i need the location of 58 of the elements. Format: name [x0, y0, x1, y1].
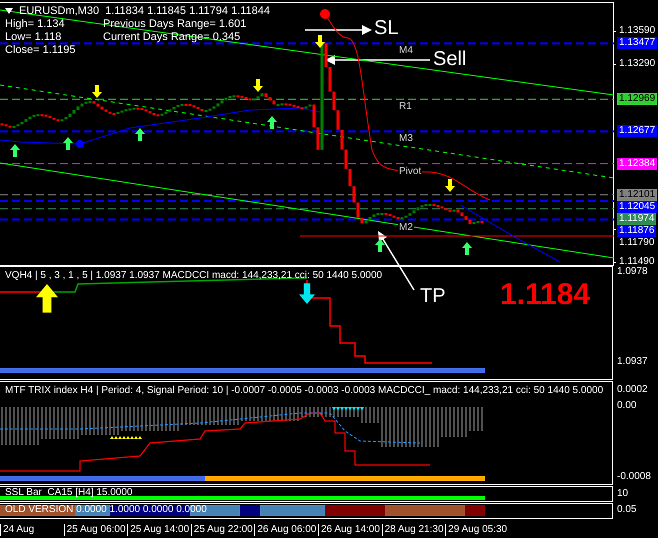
down-arrow-icon: [445, 179, 455, 192]
down-arrow-icon: [315, 35, 325, 48]
marker-dot: [76, 140, 84, 148]
up-arrow-icon: [10, 144, 20, 157]
marker-dot: [320, 9, 330, 19]
time-label: 26 Aug 14:00: [318, 524, 382, 536]
time-label: 26 Aug 06:00: [254, 524, 318, 536]
price-badge: 1.13477: [617, 37, 658, 50]
price-label: 1.13290: [618, 58, 656, 70]
axis-label: 0.05: [617, 504, 636, 516]
axis-label: 1.0978: [617, 266, 648, 278]
price-badge: 1.12045: [617, 200, 658, 213]
time-label: 28 Aug 21:30: [382, 524, 446, 536]
up-arrow-icon: [135, 128, 145, 141]
level-label: Pivot: [398, 166, 422, 177]
up-arrow-icon: [462, 242, 472, 255]
up-arrow-icon: [63, 137, 73, 150]
price-badge: 1.12969: [617, 93, 658, 106]
annotation-label: Sell: [433, 47, 466, 71]
price-label: 1.11790: [618, 236, 656, 249]
stat-text: Close= 1.1195: [5, 44, 76, 56]
time-label: 25 Aug 14:00: [127, 524, 191, 536]
price-badge: 1.11876: [617, 224, 656, 237]
price-badge: 1.12384: [617, 158, 658, 170]
price-display: 1.1184: [500, 278, 590, 312]
annotation-arrow: [305, 25, 372, 35]
time-label: 24 Aug: [0, 524, 64, 536]
down-arrow-icon: [299, 283, 315, 304]
quote-text: 1.11834 1.11845 1.11794 1.11844: [105, 5, 270, 17]
axis-label: 0.0002: [617, 384, 648, 396]
axis-label: 1.0937: [617, 356, 648, 368]
axis-label: -0.0008: [617, 471, 651, 483]
stat-text: Previous Days Range= 1.601: [103, 18, 246, 30]
time-label: 29 Aug 05:30: [445, 524, 509, 536]
stat-text: Low= 1.118: [5, 31, 62, 43]
dropdown-triangle-icon[interactable]: [5, 8, 13, 14]
annotation-label: TP: [420, 284, 446, 308]
level-label: M3: [398, 133, 414, 144]
price-badge: 1.12101: [617, 188, 658, 201]
time-label: 25 Aug 06:00: [64, 524, 128, 536]
up-arrow-icon: [267, 116, 277, 129]
chart-title: EURUSDm,M30: [19, 5, 100, 17]
down-arrow-icon: [253, 79, 263, 92]
price-label: 1.13590: [618, 25, 656, 37]
axis-label: 10: [617, 488, 628, 500]
down-arrow-icon: [92, 85, 102, 98]
price-badge: 1.12677: [617, 125, 658, 138]
price-badge: 1.11974: [617, 212, 656, 225]
axis-label: 0.00: [617, 400, 636, 412]
up-arrow-icon: [36, 284, 58, 313]
annotation-label: SL: [374, 16, 398, 40]
price-label: 1.11490: [618, 256, 656, 267]
indicator-header: SSL Bar CA15 [H4] 15.0000: [5, 487, 132, 498]
indicator-header: MTF TRIX index H4 | Period: 4, Signal Period: 10 | -0.0007 -0.0005 -0.0003 -0.0003 MACDCCI_ macd: 144,233,21 cci: 50 1440 5.0000: [5, 385, 604, 396]
up-arrow-icon: [375, 239, 385, 252]
level-label: M2: [398, 222, 414, 233]
stat-text: High= 1.134: [5, 18, 66, 30]
time-label: 25 Aug 22:00: [190, 524, 254, 536]
